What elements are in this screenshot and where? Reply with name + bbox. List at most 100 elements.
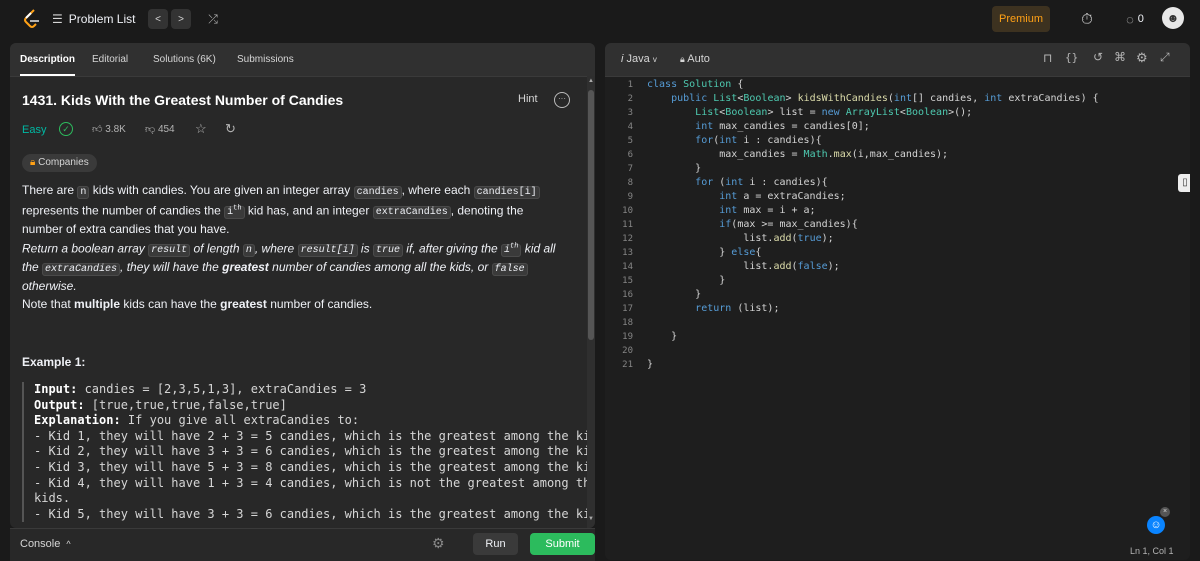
explanation-line: - Kid 3, they will have 5 + 3 = 8 candie… (34, 459, 595, 474)
text: , where each (401, 183, 471, 197)
code-text: for(int i : candies){ (695, 135, 822, 146)
hint-button[interactable]: Hint (518, 93, 538, 105)
note-icon[interactable]: ▯ (1178, 174, 1190, 192)
settings-gear-icon[interactable]: ⚙ (1136, 50, 1148, 66)
submit-button[interactable]: Submit (530, 533, 595, 555)
avatar[interactable]: ☻ (1162, 7, 1184, 29)
code-area[interactable]: 1 class Solution { 2 public List<Boolean>… (605, 79, 1175, 539)
thumbs-up-icon: 👍︎ (92, 124, 103, 135)
example-block: Input: candies = [2,3,5,1,3], extraCandi… (22, 382, 595, 523)
line-number: 12 (622, 234, 633, 244)
inline-code: false (491, 263, 528, 277)
bold-text: greatest (222, 260, 269, 275)
text: number of candies. (270, 297, 373, 311)
code-text: public List<Boolean> kidsWithCandies(int… (671, 93, 1099, 104)
scroll-up-arrow[interactable]: ▲ (588, 78, 594, 84)
scroll-down-arrow[interactable]: ▼ (588, 516, 594, 522)
more-options-icon[interactable]: ··· (554, 92, 570, 108)
tab-submissions[interactable]: Submissions (237, 43, 294, 76)
star-icon[interactable]: ☆ (195, 121, 207, 137)
run-button[interactable]: Run (473, 533, 518, 555)
thumbs-down-icon: 👎︎ (145, 124, 156, 135)
explanation-line: kids. (34, 491, 71, 506)
logo-icon (24, 9, 39, 28)
chat-icon: ☺ (1150, 519, 1162, 531)
problem-list-button[interactable]: ☰ Problem List (52, 9, 135, 29)
explanation-label: Explanation: (34, 413, 121, 428)
tab-description[interactable]: Description (20, 43, 76, 76)
difficulty-badge: Easy (22, 124, 47, 136)
line-number: 1 (627, 80, 633, 90)
text: represents the (22, 203, 99, 218)
scroll-thumb[interactable] (588, 90, 594, 340)
output-value: [true,true,true,false,true] (84, 397, 287, 412)
text: There are (22, 183, 75, 197)
console-toggle[interactable]: Console ^ (20, 538, 71, 550)
notifications-button[interactable]: ◌ 0 (1118, 8, 1152, 30)
fullscreen-icon[interactable]: ⤢ (1160, 50, 1170, 65)
inline-code: ith (224, 205, 245, 220)
text: if, after giving the (406, 241, 498, 256)
line-number: 5 (627, 136, 633, 146)
explanation-line: - Kid 2, they will have 3 + 3 = 6 candie… (34, 444, 595, 459)
line-number: 3 (627, 108, 633, 118)
bookmark-icon[interactable]: ⊓ (1043, 51, 1052, 65)
line-number: 4 (627, 122, 633, 132)
problem-title[interactable]: 1431. Kids With the Greatest Number of C… (22, 92, 343, 108)
reset-icon[interactable]: ↺ (1093, 50, 1103, 64)
mode-selector[interactable]: 🔒︎ Auto (680, 53, 710, 65)
explanation-line: - Kid 5, they will have 3 + 3 = 6 candie… (34, 506, 595, 521)
chevron-down-icon: v (652, 55, 657, 64)
dislike-button[interactable]: 👎︎ 454 (145, 123, 175, 135)
like-button[interactable]: 👍︎ 3.8K (92, 123, 126, 135)
line-number: 20 (622, 346, 633, 356)
random-problem-button[interactable]: ⤮ (203, 9, 223, 29)
debug-icon[interactable]: ⚙ (432, 535, 445, 552)
companies-tag[interactable]: 🔒︎ Companies (22, 154, 97, 172)
shortcuts-icon[interactable]: ⌘ (1114, 50, 1126, 64)
description-scrollbar[interactable]: ▲ ▼ (587, 76, 595, 528)
example-title: Example 1: (22, 355, 86, 369)
explanation-value: If you give all extraCandies to: (120, 413, 360, 428)
next-problem-button[interactable]: > (171, 9, 191, 29)
solved-check-icon: ✓ (59, 122, 73, 136)
prev-problem-button[interactable]: < (148, 9, 168, 29)
notifications-count: 0 (1137, 13, 1144, 25)
feedback-button[interactable]: ☺ (1147, 516, 1165, 534)
text: of length (193, 241, 240, 256)
code-text: max_candies = Math.max(i,max_candies); (647, 149, 949, 160)
description-panel: Description Editorial Solutions (6K) Sub… (10, 43, 595, 528)
line-number: 18 (622, 318, 633, 328)
text: Note that (22, 297, 71, 311)
line-number: 8 (627, 178, 633, 188)
text: number of candies among all the kids, or (272, 260, 489, 275)
code-text: } (647, 163, 702, 174)
close-feedback-icon[interactable]: × (1160, 507, 1170, 517)
lock-icon: 🔒︎ (680, 54, 685, 64)
chevron-right-icon: > (178, 13, 184, 25)
language-selector[interactable]: i Java v (621, 53, 657, 65)
console-label: Console (20, 538, 61, 550)
tab-solutions[interactable]: Solutions (6K) (153, 43, 216, 76)
inline-code: n (77, 186, 90, 199)
bell-icon: ◌ (1126, 11, 1134, 27)
premium-button[interactable]: Premium (992, 6, 1050, 32)
dislike-count: 454 (157, 124, 175, 135)
leetcode-logo[interactable] (22, 9, 42, 29)
premium-label: Premium (998, 13, 1043, 25)
line-number: 9 (627, 192, 633, 202)
text: you have. (177, 222, 230, 237)
code-text: } (647, 359, 654, 370)
description-paragraph-2: Return a boolean array result of length … (22, 239, 567, 295)
code-text: list.add(false); (647, 261, 840, 272)
chevron-left-icon: < (155, 13, 161, 25)
share-icon[interactable]: ↻ (225, 121, 236, 137)
code-text: int a = extraCandies; (719, 191, 846, 202)
tab-editorial[interactable]: Editorial (92, 43, 128, 76)
code-text: List<Boolean> list = new ArrayList<Boole… (695, 107, 973, 118)
timer-button[interactable]: ⏱ (1076, 8, 1098, 30)
line-number: 7 (627, 164, 633, 174)
line-number: 10 (622, 206, 633, 216)
lock-icon: 🔒︎ (30, 157, 36, 168)
braces-icon[interactable]: {} (1065, 51, 1078, 64)
